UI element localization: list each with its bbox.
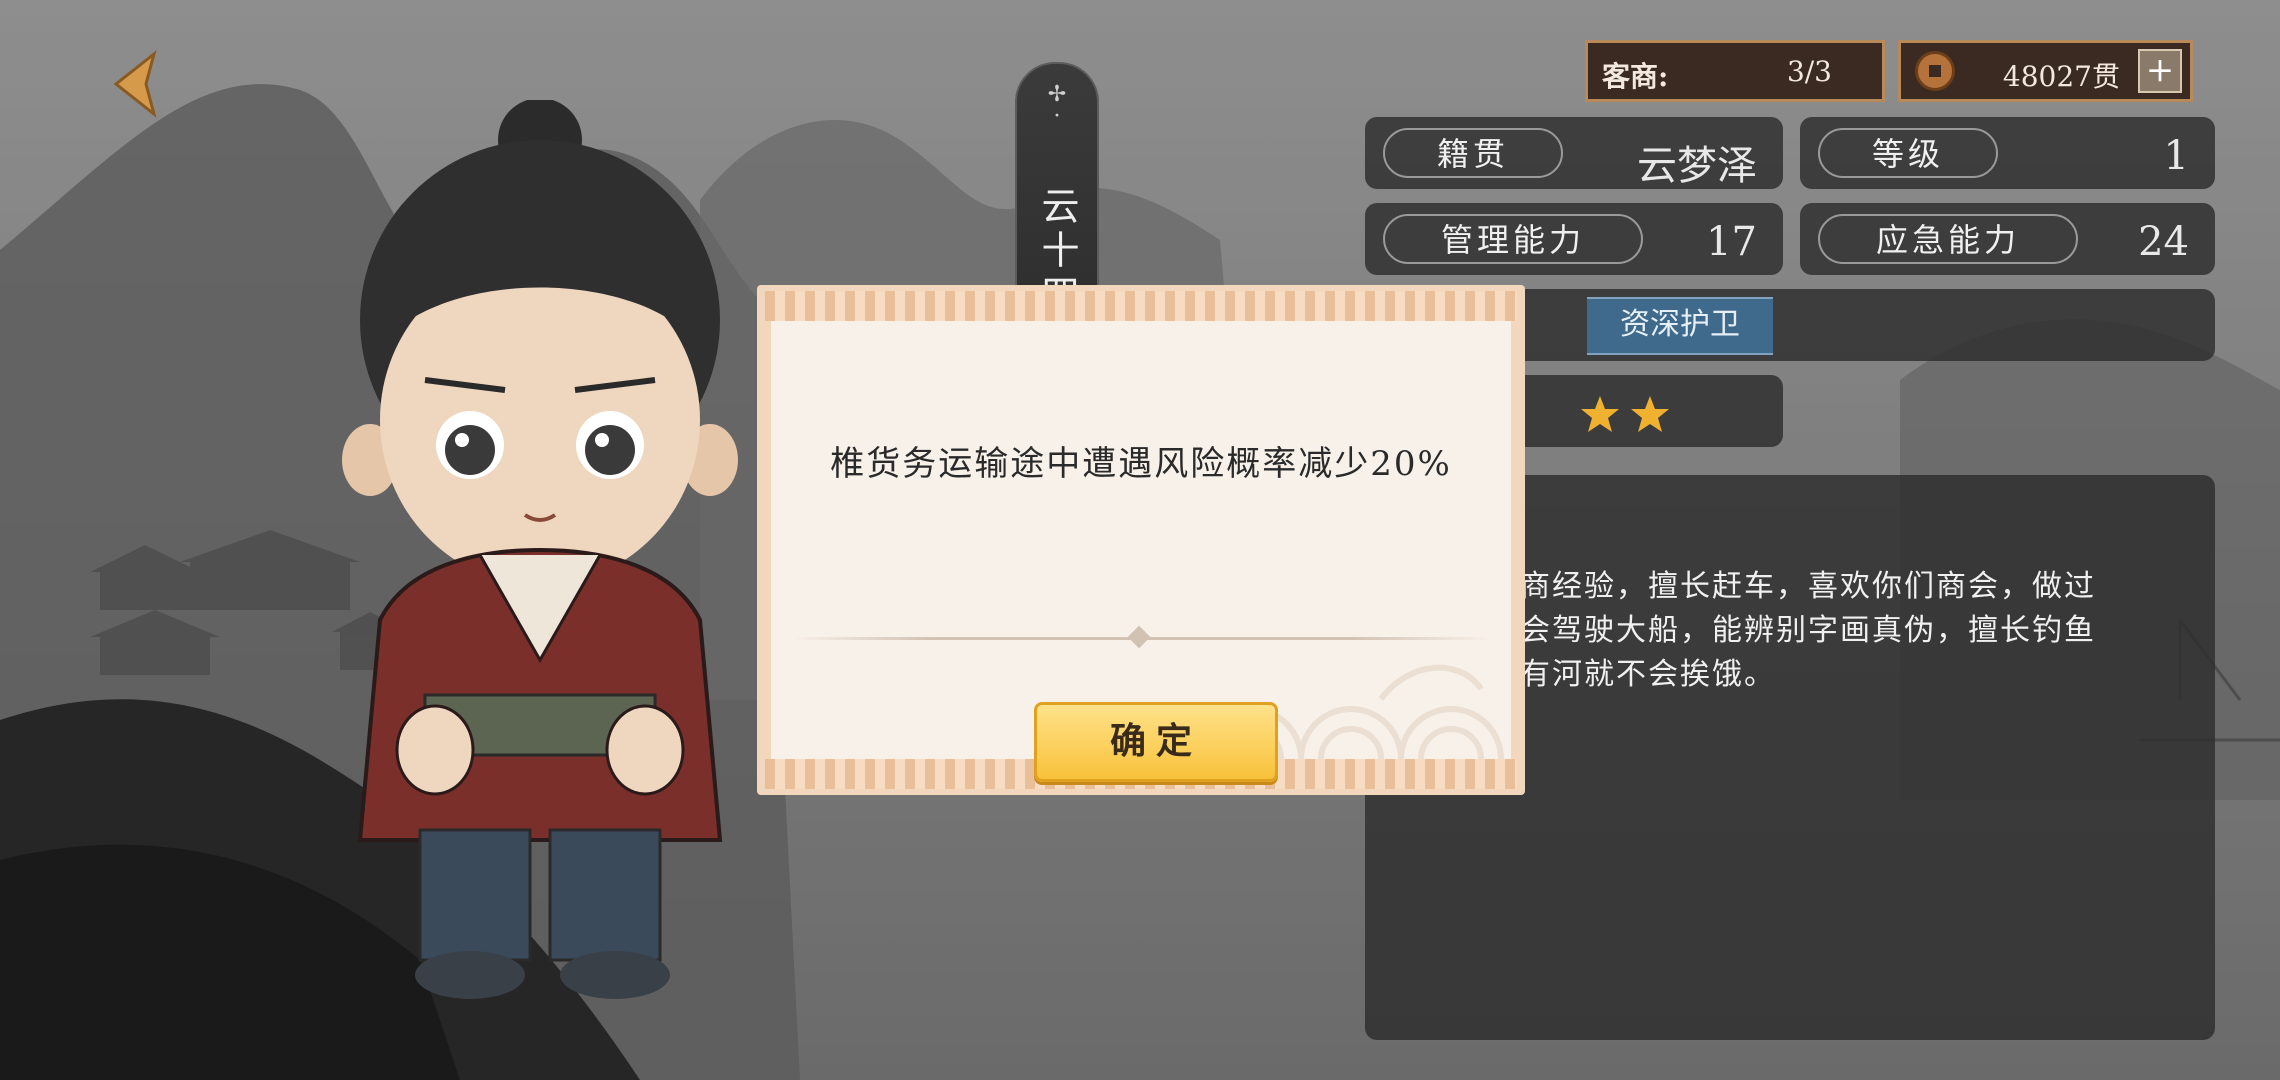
confirm-button[interactable]: 确定 (1034, 702, 1278, 782)
title-tag: 资深护卫 (1587, 297, 1773, 355)
character-description: 商经验，擅长赶车，喜欢你们商会，做过 会驾驶大船，能辨别字画真伪，擅长钓鱼 有河… (1520, 565, 2160, 697)
money-bar: 48027贯 + (1898, 40, 2193, 102)
level-panel: 等级 1 (1800, 117, 2215, 189)
management-value: 17 (1706, 219, 1757, 265)
emergency-panel: 应急能力 24 (1800, 203, 2215, 275)
description-line: 有河就不会挨饿。 (1520, 657, 1776, 692)
dialog-border-top (765, 291, 1517, 321)
star-icon (1581, 396, 1619, 432)
origin-value: 云梦泽 (1637, 143, 1757, 189)
divider-ornament (1127, 625, 1151, 649)
add-money-button[interactable]: + (2138, 49, 2182, 93)
character-portrait (342, 100, 738, 999)
info-dialog: 椎货务运输途中遭遇风险概率减少20% 确定 (757, 285, 1525, 795)
emergency-label: 应急能力 (1818, 214, 2078, 264)
back-arrow-icon (113, 50, 157, 118)
merchant-count-bar: 客商: 3/3 (1585, 40, 1885, 102)
management-label: 管理能力 (1383, 214, 1643, 264)
dialog-body: 椎货务运输途中遭遇风险概率减少20% 确定 (771, 321, 1511, 782)
level-value: 1 (2163, 133, 2189, 179)
description-line: 商经验，擅长赶车，喜欢你们商会，做过 (1520, 569, 2096, 604)
level-label: 等级 (1818, 128, 1998, 178)
plaque-ornament: ✢ · (1047, 82, 1067, 129)
management-panel: 管理能力 17 (1365, 203, 1783, 275)
emergency-value: 24 (2138, 219, 2189, 265)
origin-panel: 籍贯 云梦泽 (1365, 117, 1783, 189)
merchant-label: 客商: (1602, 60, 1669, 93)
coin-icon (1915, 51, 1955, 91)
back-button[interactable] (96, 44, 176, 124)
star-icon (1631, 396, 1669, 432)
origin-label: 籍贯 (1383, 128, 1563, 178)
merchant-value: 3/3 (1786, 55, 1832, 88)
dialog-message: 椎货务运输途中遭遇风险概率减少20% (830, 444, 1452, 484)
money-value: 48027贯 (2002, 60, 2120, 93)
description-line: 会驾驶大船，能辨别字画真伪，擅长钓鱼 (1520, 613, 2096, 648)
